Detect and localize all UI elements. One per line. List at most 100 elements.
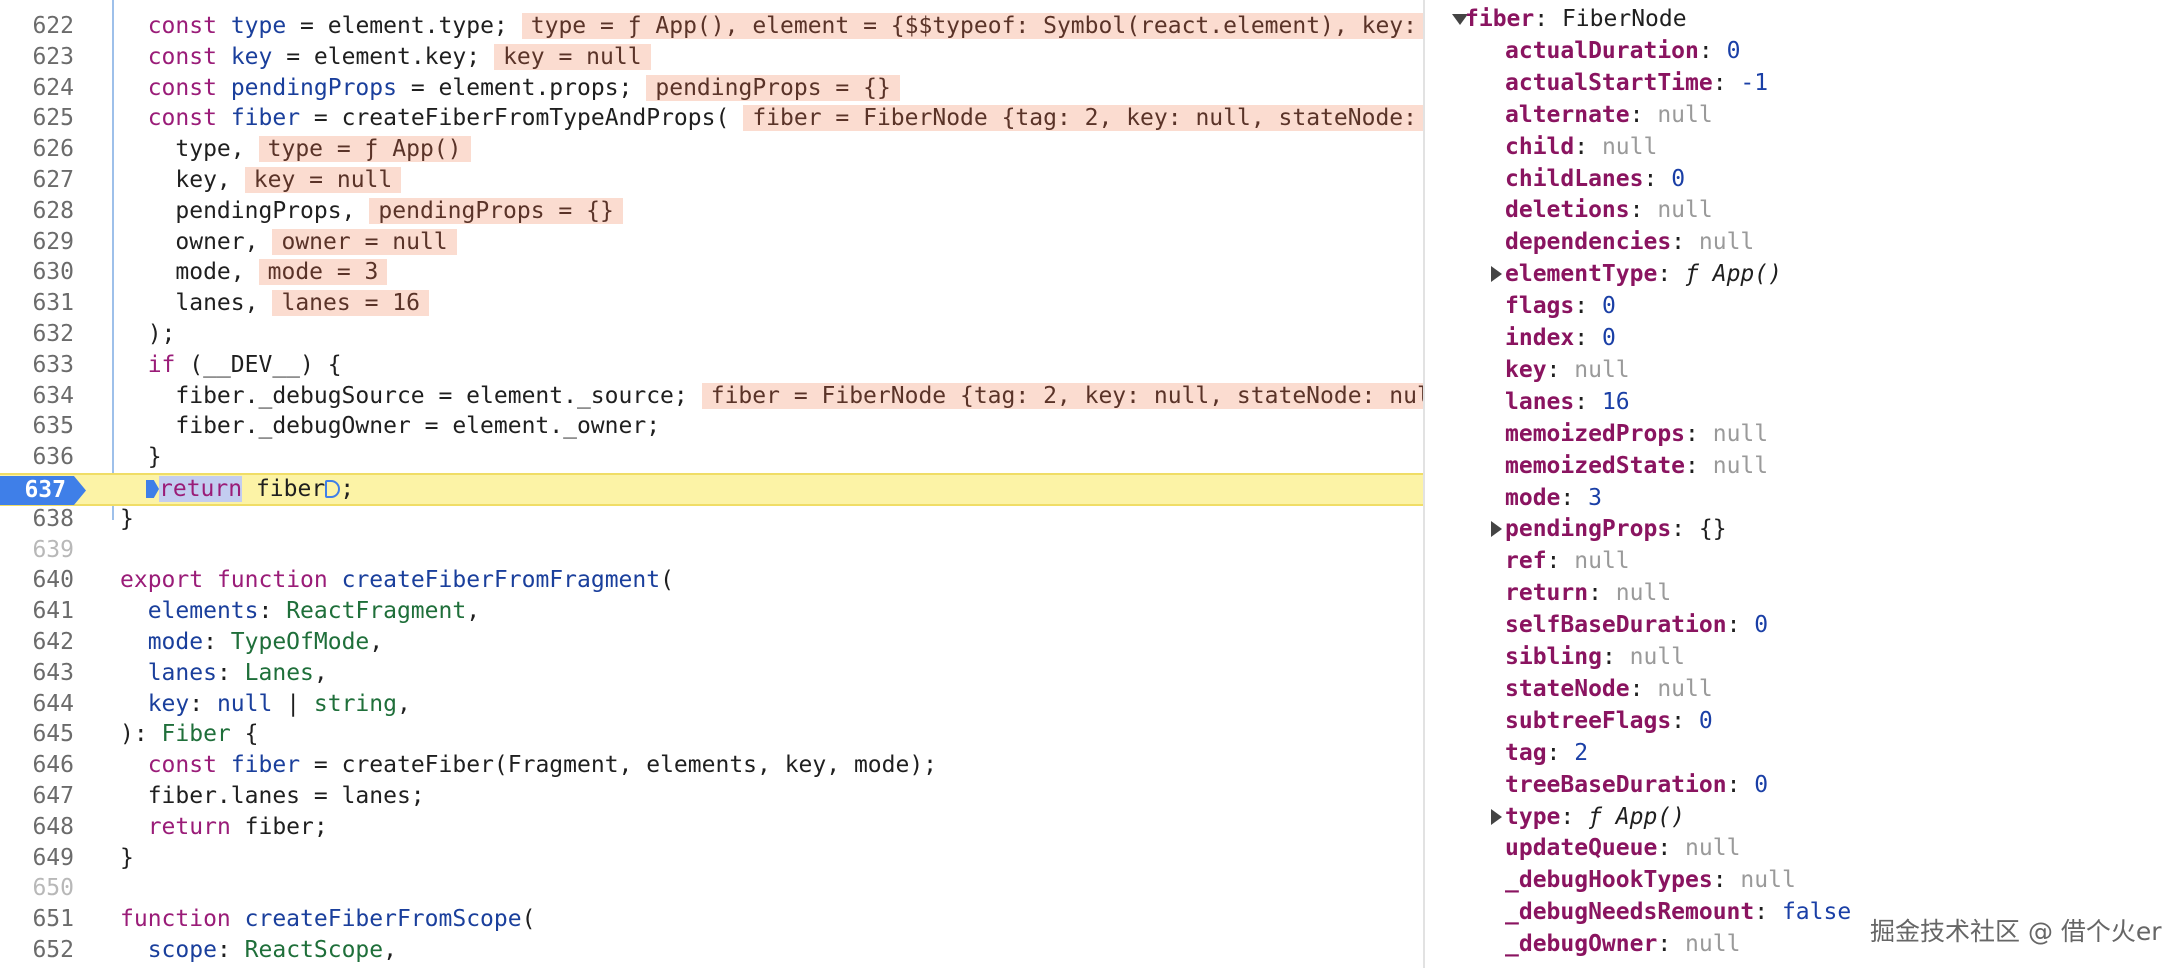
- line-number[interactable]: 642: [0, 627, 74, 658]
- source-editor[interactable]: 622 const type = element.type; type = ƒ A…: [0, 0, 1423, 968]
- line-number[interactable]: 648: [0, 812, 74, 843]
- scope-property-row[interactable]: childLanes: 0: [1505, 163, 1685, 195]
- code-line[interactable]: 646 const fiber = createFiber(Fragment, …: [0, 750, 1423, 781]
- code-line[interactable]: 634 fiber._debugSource = element._source…: [0, 381, 1423, 412]
- scope-property-row[interactable]: mode: 3: [1505, 482, 1602, 514]
- line-number[interactable]: 652: [0, 935, 74, 966]
- line-number[interactable]: 645: [0, 719, 74, 750]
- scope-property-row[interactable]: memoizedState: null: [1505, 450, 1768, 482]
- code-line[interactable]: 648 return fiber;: [0, 812, 1423, 843]
- code-line[interactable]: 640 export function createFiberFromFragme…: [0, 565, 1423, 596]
- code-line[interactable]: 623 const key = element.key; key = null: [0, 42, 1423, 73]
- line-number[interactable]: 622: [0, 11, 74, 42]
- line-number[interactable]: 634: [0, 381, 74, 412]
- line-number[interactable]: 631: [0, 288, 74, 319]
- scope-property-row[interactable]: treeBaseDuration: 0: [1505, 769, 1768, 801]
- scope-property-row[interactable]: lanes: 16: [1505, 386, 1630, 418]
- scope-property-row[interactable]: actualStartTime: -1: [1505, 67, 1768, 99]
- line-number[interactable]: 649: [0, 843, 74, 874]
- scope-property-row[interactable]: pendingProps: {}: [1505, 513, 1727, 545]
- code-line[interactable]: 645): Fiber {: [0, 719, 1423, 750]
- property-key: selfBaseDuration: [1505, 612, 1727, 639]
- code-line[interactable]: 631 lanes, lanes = 16: [0, 288, 1423, 319]
- scope-property-row[interactable]: alternate: null: [1505, 99, 1713, 131]
- scope-property-row[interactable]: flags: 0: [1505, 290, 1616, 322]
- scope-property-row[interactable]: elementType: ƒ App(): [1505, 258, 1782, 290]
- line-number[interactable]: 624: [0, 73, 74, 104]
- code-line[interactable]: 629 owner, owner = null: [0, 227, 1423, 258]
- code-line[interactable]: 644 key: null | string,: [0, 689, 1423, 720]
- code-line[interactable]: 632 );: [0, 319, 1423, 350]
- line-number[interactable]: 640: [0, 565, 74, 596]
- line-number[interactable]: 635: [0, 411, 74, 442]
- line-number[interactable]: 630: [0, 257, 74, 288]
- scope-property-row[interactable]: updateQueue: null: [1505, 832, 1740, 864]
- code-line[interactable]: 642 mode: TypeOfMode,: [0, 627, 1423, 658]
- line-number[interactable]: 639: [0, 535, 74, 566]
- line-number[interactable]: 643: [0, 658, 74, 689]
- line-number[interactable]: 650: [0, 873, 74, 904]
- scope-property-row[interactable]: _debugOwner: null: [1505, 928, 1740, 960]
- line-number[interactable]: 636: [0, 442, 74, 473]
- line-number[interactable]: 623: [0, 42, 74, 73]
- scope-property-row[interactable]: _debugHookTypes: null: [1505, 864, 1796, 896]
- scope-property-row[interactable]: memoizedProps: null: [1505, 418, 1768, 450]
- line-number[interactable]: 626: [0, 134, 74, 165]
- scope-panel[interactable]: fiber: FiberNode actualDuration: 0 actualS…: [1425, 0, 2182, 968]
- step-position-icon[interactable]: [325, 480, 341, 498]
- code-line[interactable]: 650: [0, 873, 1423, 904]
- code-line[interactable]: 626 type, type = ƒ App(): [0, 134, 1423, 165]
- scope-property-row[interactable]: dependencies: null: [1505, 226, 1754, 258]
- line-number[interactable]: 644: [0, 689, 74, 720]
- line-number[interactable]: 625: [0, 103, 74, 134]
- scope-property-row[interactable]: deletions: null: [1505, 194, 1713, 226]
- code-line[interactable]: 633 if (__DEV__) {: [0, 350, 1423, 381]
- line-number[interactable]: 647: [0, 781, 74, 812]
- scope-property-row[interactable]: _debugNeedsRemount: false: [1505, 896, 1851, 928]
- code-line[interactable]: 641 elements: ReactFragment,: [0, 596, 1423, 627]
- line-number[interactable]: 628: [0, 196, 74, 227]
- line-number[interactable]: 627: [0, 165, 74, 196]
- code-line[interactable]: 628 pendingProps, pendingProps = {}: [0, 196, 1423, 227]
- scope-property-row[interactable]: index: 0: [1505, 322, 1616, 354]
- scope-property-row[interactable]: return: null: [1505, 577, 1671, 609]
- expand-triangle-icon[interactable]: [1491, 266, 1502, 283]
- code-line[interactable]: 635 fiber._debugOwner = element._owner;: [0, 411, 1423, 442]
- line-number[interactable]: 641: [0, 596, 74, 627]
- scope-property-row[interactable]: sibling: null: [1505, 641, 1685, 673]
- line-number[interactable]: 651: [0, 904, 74, 935]
- code-line[interactable]: 624 const pendingProps = element.props; p…: [0, 73, 1423, 104]
- code-line[interactable]: 649}: [0, 843, 1423, 874]
- line-number[interactable]: 632: [0, 319, 74, 350]
- code-line[interactable]: 652 scope: ReactScope,: [0, 935, 1423, 966]
- code-line[interactable]: 625 const fiber = createFiberFromTypeAnd…: [0, 103, 1423, 134]
- line-number[interactable]: 638: [0, 504, 74, 535]
- code-line[interactable]: 630 mode, mode = 3: [0, 257, 1423, 288]
- line-number[interactable]: 646: [0, 750, 74, 781]
- scope-property-row[interactable]: selfBaseDuration: 0: [1505, 609, 1768, 641]
- line-number[interactable]: 629: [0, 227, 74, 258]
- breakpoint-marker[interactable]: 637: [0, 476, 86, 505]
- code-line[interactable]: 622 const type = element.type; type = ƒ A…: [0, 11, 1423, 42]
- scope-property-row[interactable]: child: null: [1505, 131, 1657, 163]
- scope-property-row[interactable]: type: ƒ App(): [1505, 801, 1685, 833]
- scope-root-row[interactable]: fiber: FiberNode: [1465, 3, 1687, 35]
- line-number[interactable]: 633: [0, 350, 74, 381]
- scope-property-row[interactable]: tag: 2: [1505, 737, 1588, 769]
- current-execution-line[interactable]: 637 return fiber;: [0, 473, 1423, 506]
- code-line[interactable]: 651 function createFiberFromScope(: [0, 904, 1423, 935]
- scope-property-row[interactable]: stateNode: null: [1505, 673, 1713, 705]
- expand-triangle-icon[interactable]: [1491, 521, 1502, 538]
- code-line[interactable]: 638}: [0, 504, 1423, 535]
- code-line[interactable]: 627 key, key = null: [0, 165, 1423, 196]
- code-line[interactable]: 647 fiber.lanes = lanes;: [0, 781, 1423, 812]
- scope-property-row[interactable]: key: null: [1505, 354, 1630, 386]
- code-line[interactable]: 643 lanes: Lanes,: [0, 658, 1423, 689]
- expand-triangle-icon[interactable]: [1491, 808, 1502, 825]
- step-position-icon[interactable]: [146, 480, 159, 498]
- code-line[interactable]: 639: [0, 535, 1423, 566]
- scope-property-row[interactable]: ref: null: [1505, 545, 1630, 577]
- scope-property-row[interactable]: actualDuration: 0: [1505, 35, 1740, 67]
- scope-property-row[interactable]: subtreeFlags: 0: [1505, 705, 1713, 737]
- code-line[interactable]: 636 }: [0, 442, 1423, 473]
